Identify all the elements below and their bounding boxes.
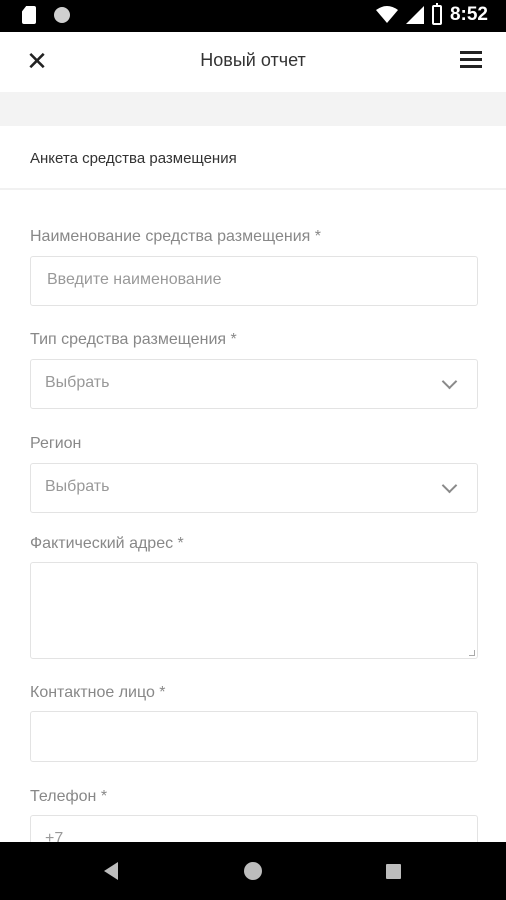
home-icon[interactable] <box>244 862 262 880</box>
back-icon[interactable] <box>104 862 118 880</box>
recents-icon[interactable] <box>386 864 401 879</box>
resize-handle-icon[interactable] <box>469 650 475 656</box>
address-textarea[interactable] <box>30 562 478 659</box>
type-label: Тип средства размещения * <box>30 331 237 348</box>
type-select[interactable]: Выбрать <box>30 359 478 409</box>
address-label: Фактический адрес * <box>30 535 184 552</box>
status-time: 8:52 <box>449 4 488 25</box>
section-title: Анкета средства размещения <box>30 150 237 167</box>
chevron-down-icon <box>441 477 458 494</box>
wifi-icon <box>375 6 398 23</box>
section-divider <box>0 188 506 190</box>
contact-label: Контактное лицо * <box>30 684 166 701</box>
status-bar: 8:52 <box>0 0 506 32</box>
region-label: Регион <box>30 435 82 452</box>
notification-dot-icon <box>54 7 70 23</box>
type-select-value: Выбрать <box>45 374 110 391</box>
chevron-down-icon <box>441 373 458 390</box>
menu-icon[interactable] <box>460 51 482 69</box>
navigation-bar <box>0 842 506 900</box>
header-separator <box>0 92 506 126</box>
contact-input[interactable] <box>30 711 478 762</box>
app-header: ✕ Новый отчет <box>0 32 506 90</box>
sim-card-icon <box>22 6 36 24</box>
name-label: Наименование средства размещения * <box>30 228 321 245</box>
name-placeholder: Введите наименование <box>47 271 222 288</box>
region-select[interactable]: Выбрать <box>30 463 478 513</box>
signal-icon <box>405 6 424 24</box>
phone-label: Телефон * <box>30 788 108 805</box>
battery-icon <box>431 3 442 25</box>
page-title: Новый отчет <box>200 50 306 70</box>
region-select-value: Выбрать <box>45 478 110 495</box>
name-input[interactable]: Введите наименование <box>30 256 478 306</box>
